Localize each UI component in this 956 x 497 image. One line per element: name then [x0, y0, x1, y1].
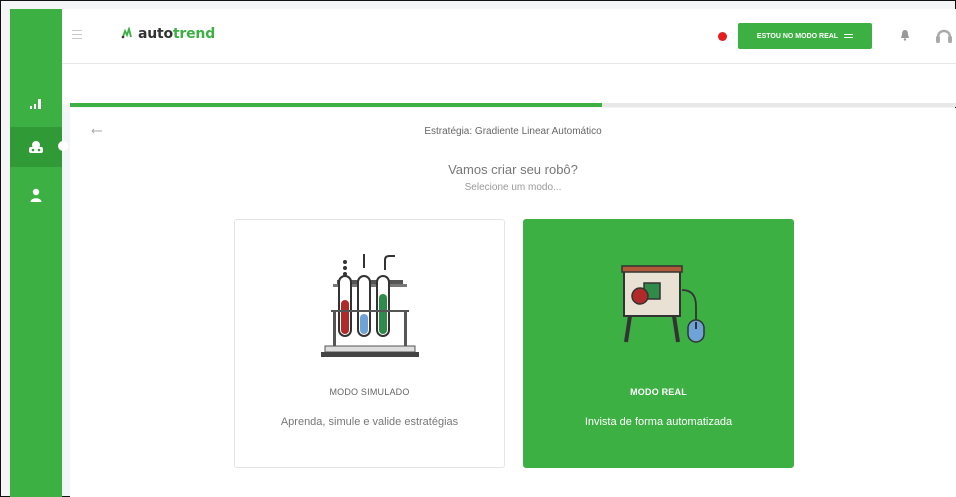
- robot-icon: [29, 141, 43, 153]
- toggle-icon: [844, 34, 854, 38]
- progress-fill: [70, 103, 602, 107]
- bar-chart-icon: [30, 99, 41, 109]
- topbar: autotrend ESTOU NO MODO REAL: [62, 9, 956, 64]
- mode-real-button[interactable]: ESTOU NO MODO REAL: [738, 23, 872, 49]
- simulated-mode-card[interactable]: MODO SIMULADO Aprenda, simule e valide e…: [234, 219, 505, 468]
- presentation-board-icon: [620, 265, 705, 343]
- subbar: [62, 64, 956, 104]
- menu-icon[interactable]: [72, 30, 82, 40]
- progress-bar: [70, 103, 956, 107]
- strategy-label: Estratégia: Gradiente Linear Automático: [424, 126, 602, 137]
- lab-tubes-icon: [320, 254, 419, 357]
- status-dot: [718, 32, 727, 41]
- sidebar: [10, 9, 68, 497]
- sidebar-item-dashboard[interactable]: [10, 83, 62, 123]
- card-description: Aprenda, simule e valide estratégias: [280, 416, 459, 428]
- real-mode-card[interactable]: MODO REAL Invista de forma automatizada: [523, 219, 794, 468]
- sidebar-item-profile[interactable]: [10, 175, 62, 215]
- main-content: Estratégia: Gradiente Linear Automático …: [70, 108, 956, 497]
- mode-button-label: ESTOU NO MODO REAL: [756, 32, 839, 40]
- page-title: Vamos criar seu robô?: [448, 162, 578, 177]
- headset-avatar-icon[interactable]: [935, 25, 953, 47]
- card-title: MODO REAL: [630, 387, 687, 397]
- card-title: MODO SIMULADO: [329, 387, 410, 397]
- card-description: Invista de forma automatizada: [584, 416, 733, 428]
- logo-text: autotrend: [138, 26, 216, 42]
- bell-icon[interactable]: [900, 29, 910, 41]
- page-subtitle: Selecione um modo...: [464, 182, 562, 193]
- logo[interactable]: autotrend: [120, 26, 215, 42]
- sidebar-item-robots[interactable]: [10, 127, 68, 167]
- logo-mark-icon: [121, 27, 132, 39]
- user-icon: [30, 188, 42, 202]
